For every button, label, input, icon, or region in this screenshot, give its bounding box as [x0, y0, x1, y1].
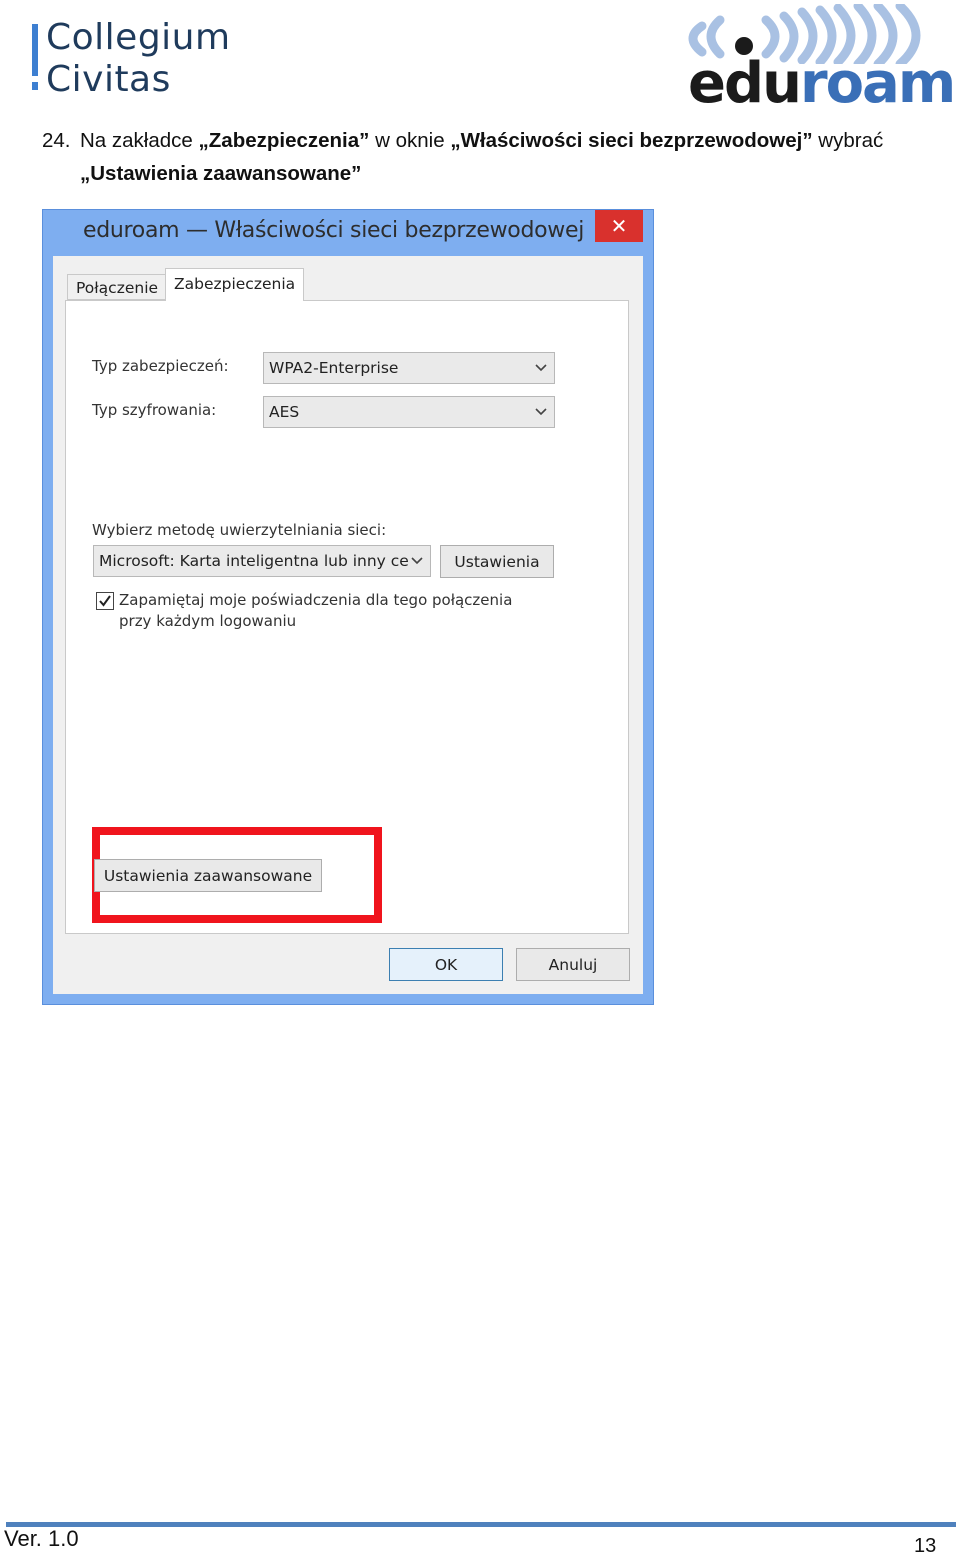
document-version: Ver. 1.0	[4, 1526, 79, 1551]
dialog-title: eduroam — Właściwości sieci bezprzewodow…	[83, 218, 585, 243]
logo-bar	[32, 24, 38, 76]
eduroam-logo: eduroam	[672, 4, 956, 112]
chevron-down-icon	[410, 546, 424, 576]
collegium-civitas-logo: Collegium Civitas	[30, 17, 231, 100]
instr-bold-action: „Ustawienia zaawansowane”	[80, 162, 362, 185]
remember-credentials-label: Zapamiętaj moje poświadczenia dla tego p…	[119, 590, 512, 632]
remember-credentials-line2: przy każdym logowaniu	[119, 612, 297, 630]
instr-text-b: w oknie	[369, 129, 451, 152]
eduroam-wordmark: eduroam	[688, 51, 956, 116]
auth-settings-button[interactable]: Ustawienia	[440, 545, 554, 578]
advanced-settings-button[interactable]: Ustawienia zaawansowane	[94, 859, 322, 892]
auth-method-select[interactable]: Microsoft: Karta inteligentna lub inny c…	[93, 545, 431, 577]
tab-security[interactable]: Zabezpieczenia	[165, 268, 305, 301]
wireless-properties-dialog: eduroam — Właściwości sieci bezprzewodow…	[42, 209, 654, 1005]
logo-text-collegium: Collegium	[46, 17, 231, 58]
instruction-step: 24. Na zakładce „Zabezpieczenia” w oknie …	[42, 124, 922, 190]
chevron-down-icon	[535, 408, 547, 416]
instr-bold-tab: „Zabezpieczenia”	[198, 129, 370, 152]
instr-text-a: Na zakładce	[80, 129, 199, 152]
footer-rule	[6, 1522, 956, 1527]
encryption-type-value: AES	[269, 403, 300, 421]
encryption-type-select[interactable]: AES	[263, 396, 555, 428]
security-type-value: WPA2-Enterprise	[269, 359, 399, 377]
ok-button[interactable]: OK	[389, 948, 503, 981]
instr-text-c: wybrać	[812, 129, 884, 152]
cancel-button[interactable]: Anuluj	[516, 948, 630, 981]
close-button[interactable]: ✕	[595, 210, 643, 242]
security-type-select[interactable]: WPA2-Enterprise	[263, 352, 555, 384]
encryption-type-label: Typ szyfrowania:	[92, 401, 217, 419]
auth-method-label: Wybierz metodę uwierzytelniania sieci:	[92, 521, 387, 539]
checkmark-icon	[99, 595, 111, 607]
security-type-label: Typ zabezpieczeń:	[92, 357, 229, 375]
instr-bold-window: „Właściwości sieci bezprzewodowej”	[450, 129, 813, 152]
auth-method-value: Microsoft: Karta inteligentna lub inny c…	[99, 552, 416, 570]
remember-credentials-checkbox[interactable]	[96, 592, 114, 610]
close-icon: ✕	[610, 214, 628, 238]
tab-connection[interactable]: Połączenie	[67, 274, 168, 300]
dialog-body: Połączenie Zabezpieczenia Typ zabezpiecz…	[53, 256, 643, 994]
chevron-down-icon	[535, 364, 547, 372]
page-number: 13	[914, 1535, 937, 1557]
remember-credentials-line1: Zapamiętaj moje poświadczenia dla tego p…	[119, 591, 513, 609]
security-tab-panel: Typ zabezpieczeń: WPA2-Enterprise Typ sz…	[65, 300, 629, 934]
logo-text-civitas: Civitas	[46, 59, 171, 100]
logo-dot	[32, 82, 38, 90]
step-number: 24.	[42, 129, 71, 152]
